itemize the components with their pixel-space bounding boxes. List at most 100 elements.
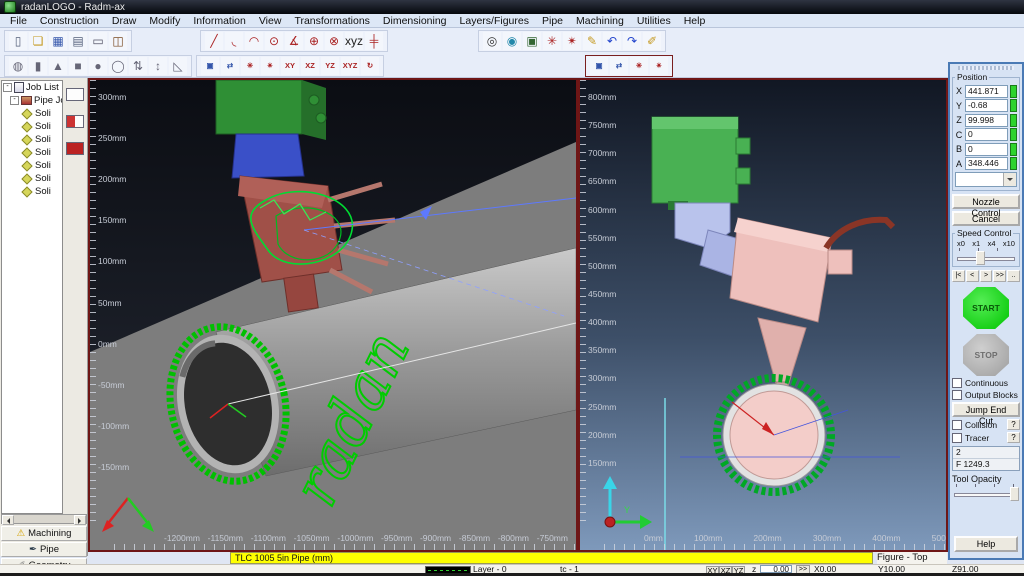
tracer-checkbox[interactable]: Tracer ? — [952, 432, 1020, 443]
speed-slider[interactable] — [955, 251, 1017, 264]
xyz-coords-icon[interactable]: xyz — [345, 32, 363, 50]
tool-opacity-slider[interactable] — [952, 487, 1020, 500]
menu-view[interactable]: View — [253, 15, 288, 27]
viewport-3d-right[interactable]: Y 800mm750mm700mm650mm600mm550mm500mm450… — [578, 78, 948, 552]
tool-opacity-slider-thumb[interactable] — [1010, 487, 1019, 501]
step-first-button[interactable]: |< — [952, 270, 965, 282]
menu-layers-figures[interactable]: Layers/Figures — [454, 15, 535, 27]
expander-icon[interactable]: - — [3, 83, 12, 92]
cube-icon[interactable]: ■ — [69, 57, 87, 75]
flag-white-icon[interactable] — [66, 88, 84, 101]
speed-slider-thumb[interactable] — [976, 251, 985, 265]
tree-item-solid[interactable]: Soli — [2, 133, 62, 146]
tree-horizontal-scrollbar[interactable] — [1, 514, 87, 524]
menu-machining[interactable]: Machining — [570, 15, 630, 27]
axis-value-field[interactable]: 0 — [965, 128, 1008, 141]
arc-center-icon[interactable]: ⊙ — [265, 32, 283, 50]
step-forward-button[interactable]: > — [980, 270, 993, 282]
tree-item-pipe-job[interactable]: - Pipe Jo — [2, 94, 62, 107]
menu-pipe[interactable]: Pipe — [536, 15, 569, 27]
contract-view-icon[interactable]: ✴ — [650, 57, 668, 75]
machining-tab[interactable]: ⚠ Machining — [1, 526, 87, 541]
dimension-icon[interactable]: ⇅ — [129, 57, 147, 75]
open-icon[interactable]: ❏ — [29, 32, 47, 50]
block-count-field[interactable]: 2 — [953, 447, 1019, 459]
view-xyz-icon[interactable]: XYZ — [341, 57, 359, 75]
print-icon[interactable]: ▭ — [89, 32, 107, 50]
highlight-pen-icon[interactable]: ✎ — [583, 32, 601, 50]
circle-diameter-icon[interactable]: ⊕ — [305, 32, 323, 50]
swap-view-icon[interactable]: ⇄ — [221, 57, 239, 75]
menu-utilities[interactable]: Utilities — [631, 15, 677, 27]
collision-help-button[interactable]: ? — [1007, 419, 1020, 430]
stop-button[interactable]: STOP — [963, 334, 1009, 376]
tree-item-solid[interactable]: Soli — [2, 120, 62, 133]
save-icon[interactable]: ▦ — [49, 32, 67, 50]
checkbox-icon[interactable] — [952, 433, 962, 443]
view-xy-icon[interactable]: XY — [281, 57, 299, 75]
sphere-icon[interactable]: ◍ — [9, 57, 27, 75]
view-xz-icon[interactable]: XZ — [301, 57, 319, 75]
expand-view-icon[interactable]: ✳ — [241, 57, 259, 75]
continuous-checkbox[interactable]: Continuous — [952, 378, 1020, 388]
tree-item-solid[interactable]: Soli — [2, 159, 62, 172]
tree-item-solid[interactable]: Soli — [2, 185, 62, 198]
view-yz-icon[interactable]: YZ — [321, 57, 339, 75]
new-icon[interactable]: ▯ — [9, 32, 27, 50]
jump-end-cut-button[interactable]: Jump End Cut — [952, 402, 1020, 417]
angle-measure-icon[interactable]: ∡ — [285, 32, 303, 50]
checkbox-icon[interactable] — [952, 420, 962, 430]
menu-dimensioning[interactable]: Dimensioning — [377, 15, 453, 27]
dimension-vertical-icon[interactable]: ↕ — [149, 57, 167, 75]
torus-icon[interactable]: ◯ — [109, 57, 127, 75]
z-depth-input[interactable]: 0.00 — [760, 565, 792, 573]
help-button[interactable]: Help — [954, 536, 1018, 552]
view-rotate-icon[interactable]: ↻ — [361, 57, 379, 75]
render-view-icon[interactable]: ▣ — [201, 57, 219, 75]
chevron-down-icon[interactable] — [1003, 173, 1016, 186]
render-view-icon[interactable]: ▣ — [590, 57, 608, 75]
axis-value-field[interactable]: 99.998 — [965, 114, 1008, 127]
axis-value-field[interactable]: 441.871 — [965, 85, 1008, 98]
flag-red-white-icon[interactable] — [66, 115, 84, 128]
pipe-tab[interactable]: ✒ Pipe — [1, 542, 87, 557]
swap-view-icon[interactable]: ⇄ — [610, 57, 628, 75]
flag-red-icon[interactable] — [66, 142, 84, 155]
axis-value-field[interactable]: 0 — [965, 143, 1008, 156]
tree-item-solid[interactable]: Soli — [2, 107, 62, 120]
tree-item-solid[interactable]: Soli — [2, 172, 62, 185]
erase-icon[interactable]: ✐ — [643, 32, 661, 50]
tree-item-solid[interactable]: Soli — [2, 146, 62, 159]
circle-delete-icon[interactable]: ⊗ — [325, 32, 343, 50]
arc-tangent-icon[interactable]: ◟ — [225, 32, 243, 50]
step-back-button[interactable]: < — [966, 270, 979, 282]
cylinder-icon[interactable]: ▮ — [29, 57, 47, 75]
menu-file[interactable]: File — [4, 15, 33, 27]
job-list-icon[interactable]: ▤ — [69, 32, 87, 50]
scroll-right-icon[interactable] — [74, 515, 86, 525]
axis-value-field[interactable]: -0.68 — [965, 99, 1008, 112]
tracer-help-button[interactable]: ? — [1007, 432, 1020, 443]
output-blocks-checkbox[interactable]: Output Blocks — [952, 390, 1020, 400]
expander-icon[interactable]: - — [10, 96, 19, 105]
redo-icon[interactable]: ↷ — [623, 32, 641, 50]
checkbox-icon[interactable] — [952, 378, 962, 388]
position-preset-dropdown[interactable] — [955, 172, 1017, 187]
feed-rate-field[interactable]: F 1249.3 — [953, 459, 1019, 470]
copy-icon[interactable]: ◫ — [109, 32, 127, 50]
zoom-window-icon[interactable]: ▣ — [523, 32, 541, 50]
menu-transformations[interactable]: Transformations — [288, 15, 375, 27]
panel-gripper[interactable] — [958, 66, 1014, 70]
cone-icon[interactable]: ▲ — [49, 57, 67, 75]
zoom-extents-icon[interactable]: ✳ — [543, 32, 561, 50]
axis-value-field[interactable]: 348.446 — [965, 157, 1008, 170]
menu-modify[interactable]: Modify — [143, 15, 186, 27]
arc-icon[interactable]: ◠ — [245, 32, 263, 50]
menu-draw[interactable]: Draw — [106, 15, 143, 27]
tree-item-job-list[interactable]: - Job List — [2, 81, 62, 94]
step-fast-forward-button[interactable]: >> — [993, 270, 1006, 282]
viewport-3d-left[interactable]: radan — [88, 78, 578, 552]
step-more-button[interactable]: .. — [1007, 270, 1020, 282]
menu-help[interactable]: Help — [678, 15, 712, 27]
zoom-previous-icon[interactable]: ◉ — [503, 32, 521, 50]
